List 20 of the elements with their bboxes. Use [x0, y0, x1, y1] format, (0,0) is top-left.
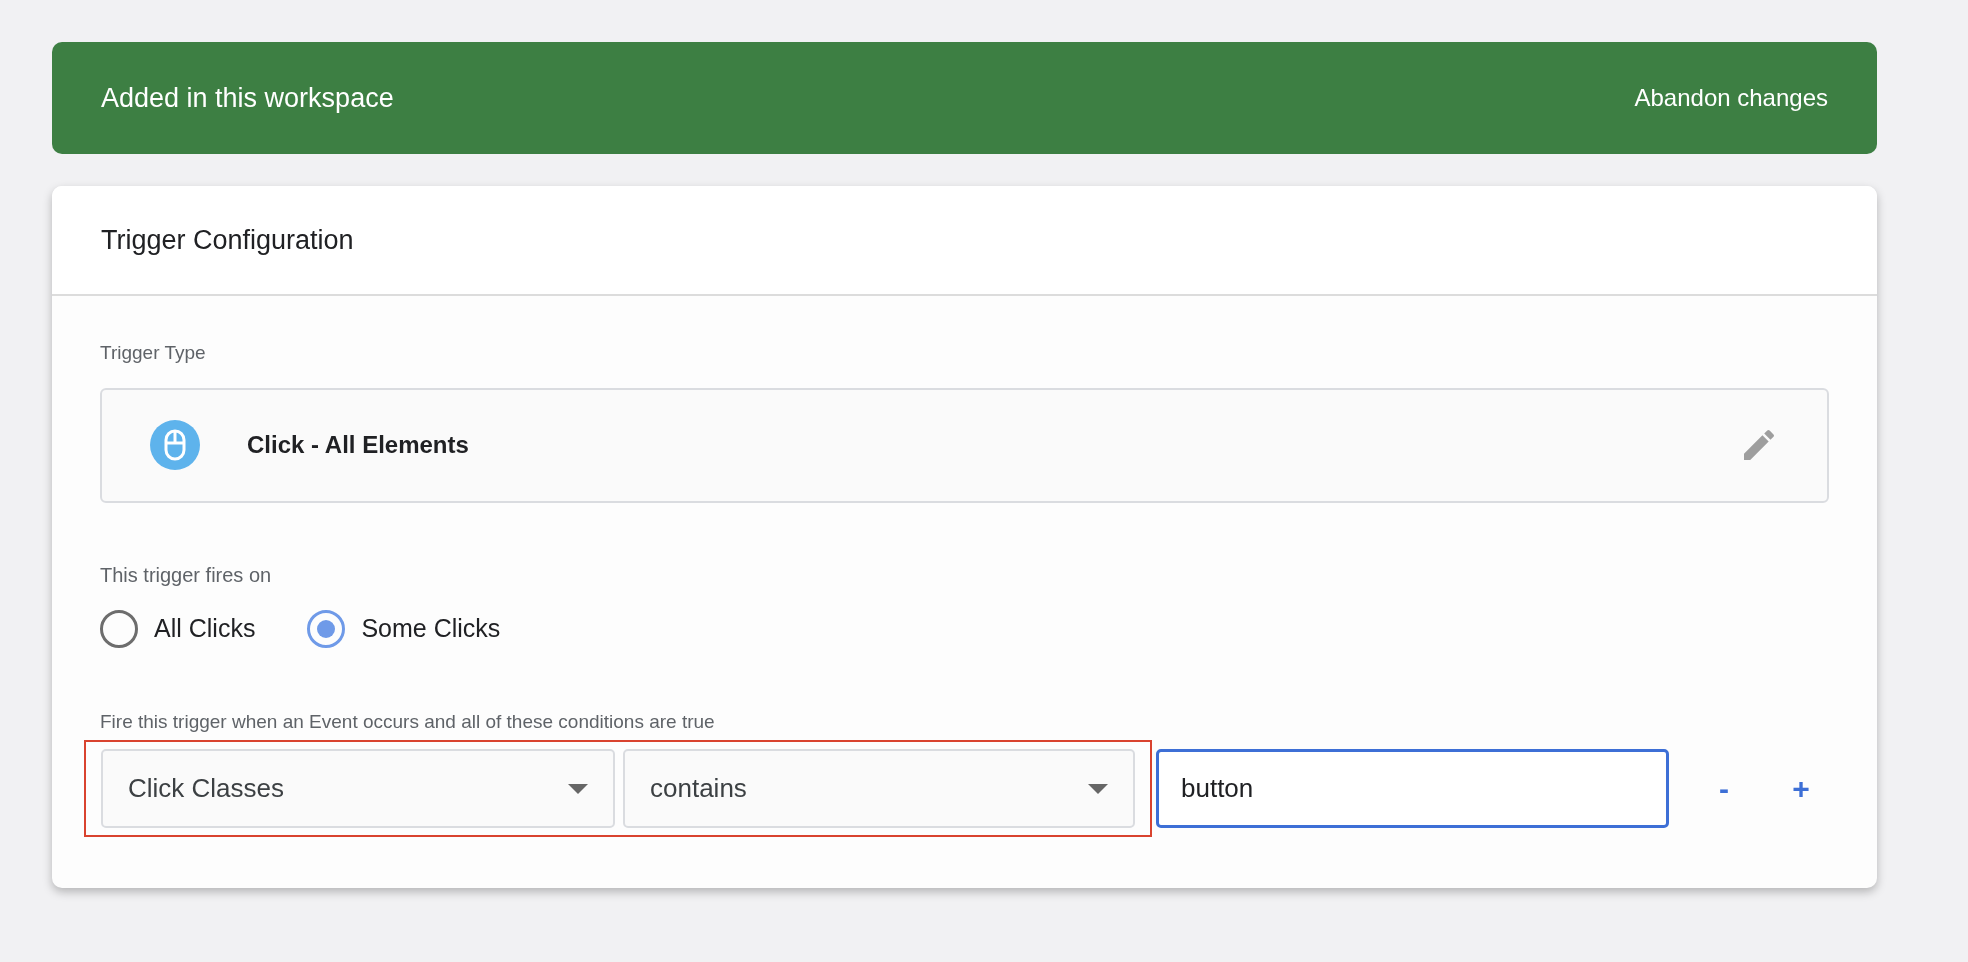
caret-icon: [1088, 783, 1108, 794]
trigger-type-selector[interactable]: Click - All Elements: [100, 387, 1829, 503]
caret-icon: [568, 783, 588, 794]
operator-dropdown[interactable]: contains: [623, 749, 1135, 828]
banner-title: Added in this workspace: [101, 81, 394, 115]
value-input-field[interactable]: button: [1156, 749, 1669, 828]
variable-dropdown[interactable]: Click Classes: [101, 749, 615, 828]
trigger-type-value: Click - All Elements: [247, 430, 469, 460]
fires-on-label: This trigger fires on: [100, 562, 273, 588]
radio-label: Some Clicks: [361, 612, 501, 644]
abandon-changes-button[interactable]: Abandon changes: [1634, 80, 1828, 116]
card-title: Trigger Configuration: [101, 223, 354, 257]
radio-button[interactable]: [100, 609, 138, 648]
conditions-label: Fire this trigger when an Event occurs and all of these conditions are true: [100, 709, 716, 734]
radio-label: All Clicks: [154, 612, 256, 644]
radio-button[interactable]: [307, 609, 346, 648]
add-condition-button[interactable]: +: [1781, 766, 1821, 811]
remove-condition-button[interactable]: -: [1704, 766, 1744, 811]
mouse-icon: [150, 420, 200, 470]
trigger-type-label: Trigger Type: [100, 341, 207, 365]
